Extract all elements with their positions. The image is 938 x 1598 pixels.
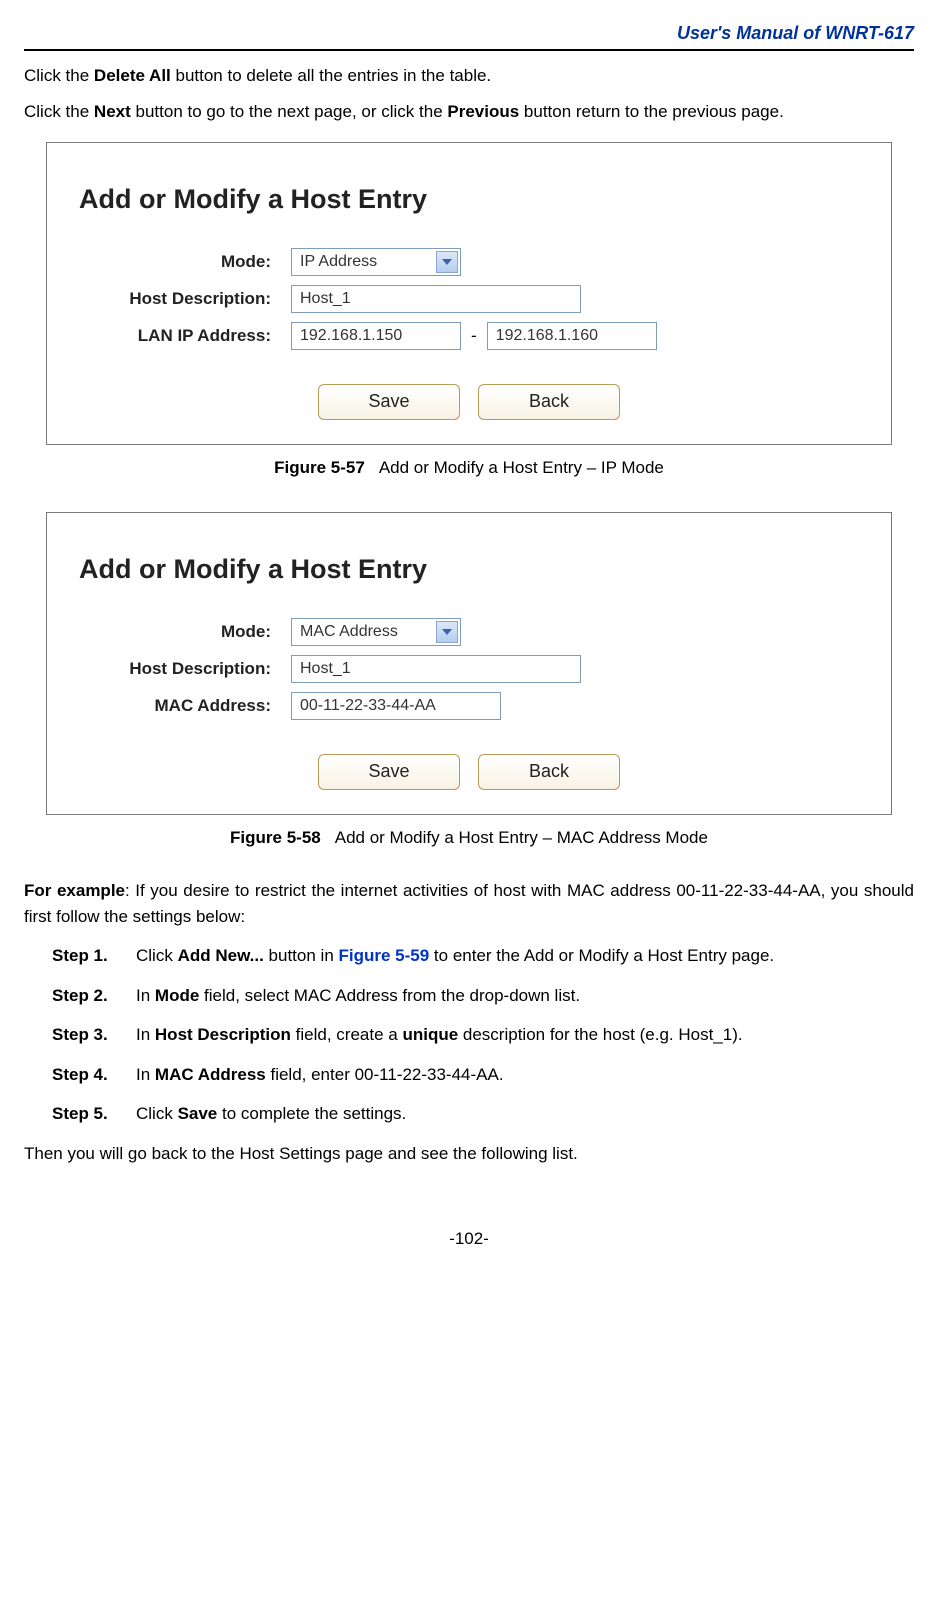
- step-2: Step 2. In Mode field, select MAC Addres…: [52, 983, 914, 1009]
- back-button[interactable]: Back: [478, 384, 620, 420]
- figure-number: Figure 5-57: [274, 458, 365, 477]
- header-rule: [24, 49, 914, 51]
- text: Click the: [24, 66, 94, 85]
- host-description-input[interactable]: [291, 285, 581, 313]
- step-text: Click Add New... button in Figure 5-59 t…: [136, 943, 914, 969]
- intro-para-1: Click the Delete All button to delete al…: [24, 63, 914, 89]
- save-button[interactable]: Save: [318, 384, 460, 420]
- host-description-label: Host Description: [155, 1025, 291, 1044]
- row-mac-address: MAC Address:: [71, 692, 867, 720]
- save-label: Save: [178, 1104, 218, 1123]
- label-mode: Mode:: [71, 249, 271, 275]
- figure-link[interactable]: Figure 5-59: [339, 946, 430, 965]
- mode-label: Mode: [155, 986, 199, 1005]
- form-title: Add or Modify a Host Entry: [79, 549, 867, 590]
- text: field, select MAC Address from the drop-…: [199, 986, 580, 1005]
- step-label: Step 2.: [52, 983, 136, 1009]
- row-host-description: Host Description:: [71, 655, 867, 683]
- lan-ip-to-input[interactable]: [487, 322, 657, 350]
- text: In: [136, 1065, 155, 1084]
- label-mode: Mode:: [71, 619, 271, 645]
- steps-block: Step 1. Click Add New... button in Figur…: [52, 943, 914, 1127]
- step-label: Step 4.: [52, 1062, 136, 1088]
- doc-header-title: User's Manual of WNRT-617: [24, 20, 914, 47]
- text: Click the: [24, 102, 94, 121]
- text: button to go to the next page, or click …: [131, 102, 448, 121]
- text: to complete the settings.: [217, 1104, 406, 1123]
- label-host-description: Host Description:: [71, 656, 271, 682]
- label-lan-ip: LAN IP Address:: [71, 323, 271, 349]
- row-host-description: Host Description:: [71, 285, 867, 313]
- step-text: In MAC Address field, enter 00-11-22-33-…: [136, 1062, 914, 1088]
- step-label: Step 1.: [52, 943, 136, 969]
- figure-2-frame: Add or Modify a Host Entry Mode: MAC Add…: [46, 512, 892, 815]
- chevron-down-icon[interactable]: [436, 621, 458, 643]
- button-row: Save Back: [71, 754, 867, 790]
- text: button in: [264, 946, 339, 965]
- text: Click: [136, 946, 178, 965]
- previous-label: Previous: [447, 102, 519, 121]
- figure-2-caption: Figure 5-58 Add or Modify a Host Entry – …: [24, 825, 914, 851]
- step-3: Step 3. In Host Description field, creat…: [52, 1022, 914, 1048]
- closing-para: Then you will go back to the Host Settin…: [24, 1141, 914, 1167]
- host-description-input[interactable]: [291, 655, 581, 683]
- mode-select-value: IP Address: [300, 250, 377, 274]
- step-text: In Host Description field, create a uniq…: [136, 1022, 914, 1048]
- step-4: Step 4. In MAC Address field, enter 00-1…: [52, 1062, 914, 1088]
- row-lan-ip: LAN IP Address: -: [71, 322, 867, 350]
- add-new-label: Add New...: [178, 946, 264, 965]
- lan-ip-from-input[interactable]: [291, 322, 461, 350]
- text: In: [136, 986, 155, 1005]
- text: : If you desire to restrict the internet…: [24, 881, 914, 926]
- mac-address-label: MAC Address: [155, 1065, 266, 1084]
- mode-select[interactable]: MAC Address: [291, 618, 461, 646]
- row-mode: Mode: IP Address: [71, 248, 867, 276]
- example-para: For example: If you desire to restrict t…: [24, 878, 914, 929]
- text: button to delete all the entries in the …: [171, 66, 491, 85]
- text: field, create a: [291, 1025, 403, 1044]
- range-dash: -: [471, 323, 477, 349]
- save-button[interactable]: Save: [318, 754, 460, 790]
- next-label: Next: [94, 102, 131, 121]
- text: description for the host (e.g. Host_1).: [458, 1025, 742, 1044]
- text: button return to the previous page.: [519, 102, 784, 121]
- text: In: [136, 1025, 155, 1044]
- figure-caption-text: Add or Modify a Host Entry – MAC Address…: [335, 828, 708, 847]
- figure-caption-text: Add or Modify a Host Entry – IP Mode: [379, 458, 664, 477]
- chevron-down-icon[interactable]: [436, 251, 458, 273]
- button-row: Save Back: [71, 384, 867, 420]
- step-1: Step 1. Click Add New... button in Figur…: [52, 943, 914, 969]
- back-button[interactable]: Back: [478, 754, 620, 790]
- for-example-label: For example: [24, 881, 125, 900]
- text: field, enter 00-11-22-33-44-AA.: [266, 1065, 504, 1084]
- page-number: -102-: [24, 1226, 914, 1252]
- unique-label: unique: [402, 1025, 458, 1044]
- text: Click: [136, 1104, 178, 1123]
- step-5: Step 5. Click Save to complete the setti…: [52, 1101, 914, 1127]
- figure-1-caption: Figure 5-57 Add or Modify a Host Entry – …: [24, 455, 914, 481]
- label-mac-address: MAC Address:: [71, 693, 271, 719]
- mode-select[interactable]: IP Address: [291, 248, 461, 276]
- step-label: Step 3.: [52, 1022, 136, 1048]
- form-title: Add or Modify a Host Entry: [79, 179, 867, 220]
- mode-select-value: MAC Address: [300, 620, 398, 644]
- label-host-description: Host Description:: [71, 286, 271, 312]
- intro-para-2: Click the Next button to go to the next …: [24, 99, 914, 125]
- step-label: Step 5.: [52, 1101, 136, 1127]
- row-mode: Mode: MAC Address: [71, 618, 867, 646]
- delete-all-label: Delete All: [94, 66, 171, 85]
- mac-address-input[interactable]: [291, 692, 501, 720]
- step-text: Click Save to complete the settings.: [136, 1101, 914, 1127]
- step-text: In Mode field, select MAC Address from t…: [136, 983, 914, 1009]
- figure-1-frame: Add or Modify a Host Entry Mode: IP Addr…: [46, 142, 892, 445]
- text: to enter the Add or Modify a Host Entry …: [429, 946, 774, 965]
- figure-number: Figure 5-58: [230, 828, 321, 847]
